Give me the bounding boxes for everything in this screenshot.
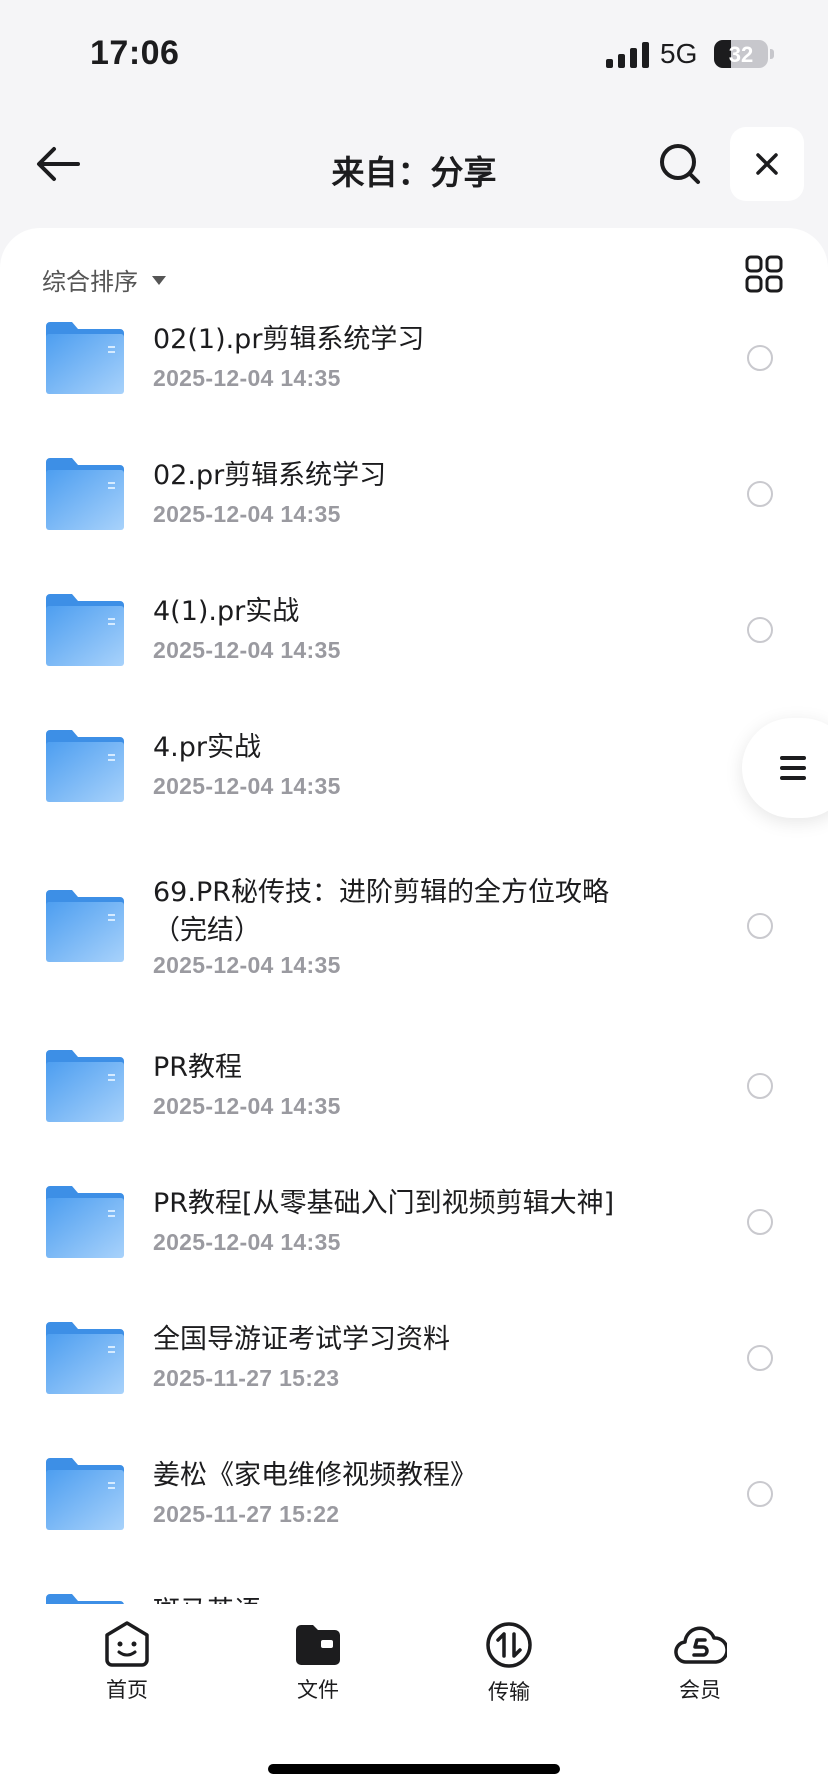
folder-icon	[46, 1186, 124, 1258]
search-icon	[660, 144, 700, 184]
file-date: 2025-12-04 14:35	[153, 1229, 341, 1255]
battery-percent: 32	[728, 42, 754, 67]
file-name: 4(1).pr实战	[153, 596, 300, 627]
nav-item-member[interactable]: 会员	[645, 1620, 755, 1704]
file-date: 2025-12-04 14:35	[153, 637, 341, 663]
file-name: 全国导游证考试学习资料	[153, 1324, 450, 1355]
file-name: PR教程[从零基础入门到视频剪辑大神]	[153, 1188, 615, 1219]
close-icon	[756, 153, 778, 175]
file-date: 2025-11-27 15:23	[153, 1365, 340, 1391]
list-item[interactable]: PR教程[从零基础入门到视频剪辑大神] 2025-12-04 14:35	[0, 1174, 828, 1310]
nav-label: 文件	[297, 1678, 339, 1702]
transfer-icon	[486, 1622, 532, 1668]
signal-icon	[606, 42, 649, 68]
network-type: 5G	[660, 38, 698, 69]
list-item[interactable]: 02(1).pr剪辑系统学习 2025-12-04 14:35	[0, 310, 828, 446]
nav-label: 传输	[488, 1680, 530, 1704]
select-radio[interactable]	[747, 1073, 773, 1099]
folder-icon	[46, 1322, 124, 1394]
status-time: 17:06	[90, 34, 180, 72]
battery-nub	[770, 49, 774, 59]
select-radio[interactable]	[747, 345, 773, 371]
sort-dropdown[interactable]: 综合排序	[42, 262, 166, 297]
file-name: 姜松《家电维修视频教程》	[153, 1460, 477, 1491]
home-indicator	[268, 1764, 560, 1774]
folder-icon	[46, 322, 124, 394]
folder-icon	[46, 594, 124, 666]
caret-down-icon	[152, 276, 166, 285]
file-date: 2025-12-04 14:35	[153, 365, 341, 391]
nav-label: 首页	[106, 1678, 148, 1702]
sort-label: 综合排序	[42, 268, 138, 296]
file-list-card: 综合排序 02(1).pr剪辑系统学习 2025-12-04 14:35 02.pr…	[0, 228, 828, 1608]
file-date: 2025-12-04 14:35	[153, 1093, 341, 1119]
select-radio[interactable]	[747, 913, 773, 939]
status-bar: 17:06 5G 32	[0, 0, 828, 110]
file-name: 02.pr剪辑系统学习	[153, 460, 387, 491]
folder-icon	[46, 1458, 124, 1530]
file-date: 2025-12-04 14:35	[153, 501, 341, 527]
list-item[interactable]: 02.pr剪辑系统学习 2025-12-04 14:35	[0, 446, 828, 582]
list-item[interactable]: 全国导游证考试学习资料 2025-11-27 15:23	[0, 1310, 828, 1446]
close-button[interactable]	[730, 127, 804, 201]
smiley-home-icon	[105, 1621, 149, 1667]
select-radio[interactable]	[747, 481, 773, 507]
file-date: 2025-12-04 14:35	[153, 952, 341, 978]
grid-view-icon[interactable]	[744, 254, 784, 294]
nav-item-transfer[interactable]: 传输	[454, 1620, 564, 1706]
nav-item-home[interactable]: 首页	[72, 1620, 182, 1704]
folder-icon	[46, 1050, 124, 1122]
file-date: 2025-12-04 14:35	[153, 773, 341, 799]
nav-item-files[interactable]: 文件	[263, 1620, 373, 1704]
list-item[interactable]: 4.pr实战 2025-12-04 14:35	[0, 718, 828, 854]
folder-icon	[46, 458, 124, 530]
folder-icon	[46, 730, 124, 802]
list-item[interactable]: PR教程 2025-12-04 14:35	[0, 1038, 828, 1174]
menu-icon	[780, 756, 806, 786]
battery-icon: 32	[714, 40, 768, 68]
select-radio[interactable]	[747, 617, 773, 643]
bottom-nav: 首页 文件 传输 会员	[0, 1604, 828, 1792]
select-radio[interactable]	[747, 1481, 773, 1507]
file-date: 2025-11-27 15:22	[153, 1501, 340, 1527]
cloud-member-icon	[674, 1626, 727, 1664]
search-button[interactable]	[650, 134, 710, 194]
file-name: 02(1).pr剪辑系统学习	[153, 324, 425, 355]
list-item[interactable]: 4(1).pr实战 2025-12-04 14:35	[0, 582, 828, 718]
folder-icon	[296, 1625, 340, 1665]
select-radio[interactable]	[747, 1345, 773, 1371]
file-name: 4.pr实战	[153, 732, 261, 763]
select-radio[interactable]	[747, 1209, 773, 1235]
file-name: 69.PR秘传技：进阶剪辑的全方位攻略（完结）	[153, 877, 609, 946]
list-item[interactable]: 姜松《家电维修视频教程》 2025-11-27 15:22	[0, 1446, 828, 1582]
header: 来自：分享	[0, 110, 828, 220]
file-name: PR教程	[153, 1052, 243, 1083]
list-item[interactable]: 69.PR秘传技：进阶剪辑的全方位攻略（完结） 2025-12-04 14:35	[0, 854, 828, 1034]
nav-label: 会员	[679, 1678, 721, 1702]
folder-icon	[46, 890, 124, 962]
